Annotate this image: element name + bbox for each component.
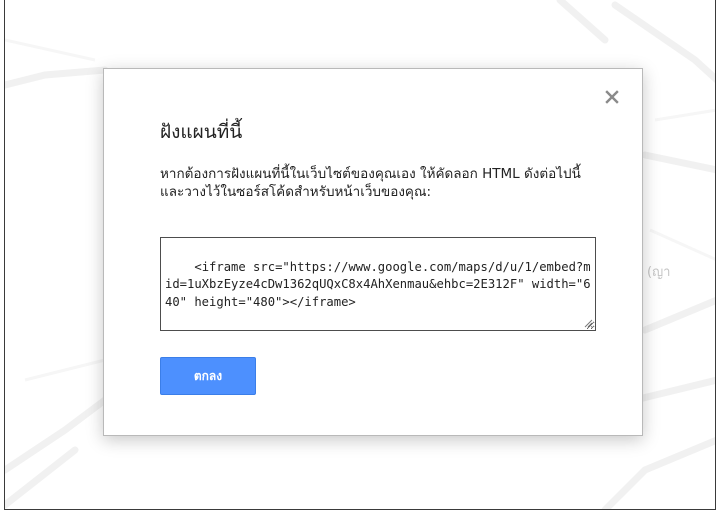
embed-code-text: <iframe src="https://www.google.com/maps…	[165, 259, 591, 309]
dialog-title: ฝังแผนที่นี้	[160, 121, 243, 143]
dialog-instructions: หากต้องการฝังแผนที่นี้ในเว็บไซต์ของคุณเอ…	[160, 166, 581, 200]
close-icon	[605, 90, 619, 104]
resize-handle-icon[interactable]	[583, 318, 593, 328]
map-place-label: (ญา	[647, 265, 671, 280]
close-button[interactable]	[602, 87, 622, 107]
embed-code-textarea[interactable]: <iframe src="https://www.google.com/maps…	[160, 237, 596, 331]
ok-button[interactable]: ตกลง	[160, 357, 256, 395]
embed-map-dialog: ฝังแผนที่นี้ หากต้องการฝังแผนที่นี้ในเว็…	[103, 68, 643, 436]
